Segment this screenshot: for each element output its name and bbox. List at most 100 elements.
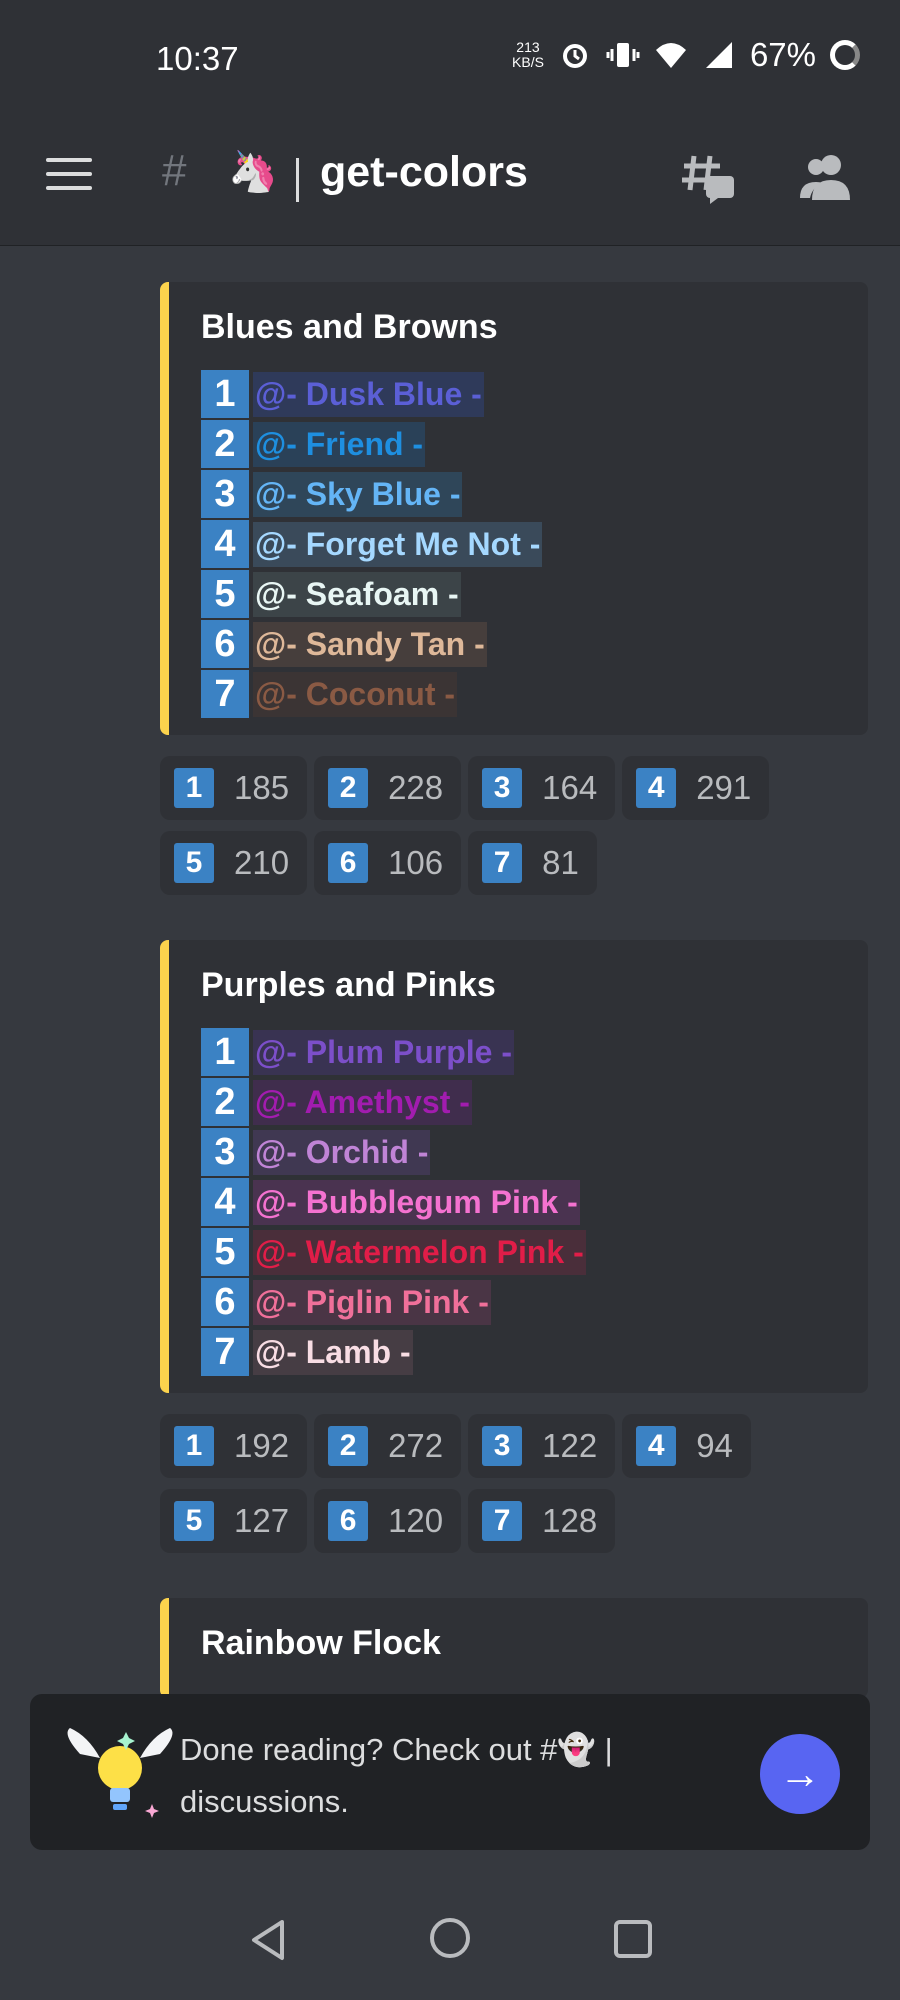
keycap-number-icon: 4 [636,768,677,808]
role-mention[interactable]: @- Amethyst - [253,1079,472,1125]
keycap-number-icon: 6 [328,843,369,883]
wifi-icon [655,43,686,68]
reaction-count: 81 [542,844,579,881]
reaction-button[interactable]: 1 192 [160,1414,308,1478]
keycap-number-icon: 2 [328,1426,369,1466]
role-mention[interactable]: @- Dusk Blue - [253,371,484,417]
role-mention[interactable]: @- Sky Blue - [253,471,463,517]
keycap-number-icon: 1 [174,768,214,808]
reaction-count: 164 [542,769,598,806]
reaction-count: 128 [542,1502,598,1539]
role-mention[interactable]: @- Sandy Tan - [253,621,487,667]
prompt-text: Done reading? Check out #👻 | discussions… [180,1732,613,1819]
role-line: 6 @- Sandy Tan - [201,619,868,669]
role-mention[interactable]: @- Watermelon Pink - [253,1229,586,1275]
reaction-button[interactable]: 3 122 [468,1414,616,1478]
keycap-number-icon: 5 [174,1501,214,1541]
system-nav-bar [0,1880,900,2000]
keycap-number-icon: 1 [201,1028,249,1076]
keycap-number-icon: 7 [201,670,249,718]
keycap-number-icon: 1 [201,370,249,418]
role-line: 1 @- Plum Purple - [201,1027,868,1077]
threads-icon[interactable] [680,150,736,206]
embed-title: Purples and Pinks [201,966,496,1004]
reaction-count: 192 [234,1427,290,1464]
keycap-number-icon: 5 [174,843,214,883]
winged-lightbulb-icon [67,1728,173,1818]
reaction-button[interactable]: 7 81 [468,831,597,895]
reaction-button[interactable]: 6 120 [314,1489,462,1553]
keycap-number-icon: 2 [201,420,249,468]
reaction-button[interactable]: 2 228 [314,756,462,820]
menu-icon[interactable] [46,158,92,192]
keycap-number-icon: 4 [201,1178,249,1226]
reaction-count: 272 [388,1427,444,1464]
role-line: 3 @- Sky Blue - [201,469,868,519]
embed-title: Rainbow Flock [201,1624,441,1662]
keycap-number-icon: 3 [201,1128,249,1176]
role-line: 4 @- Bubblegum Pink - [201,1177,868,1227]
home-icon[interactable] [430,1918,470,1958]
role-line: 2 @- Friend - [201,419,868,469]
keycap-number-icon: 6 [201,620,249,668]
role-line: 5 @- Seafoam - [201,569,868,619]
recents-icon[interactable] [614,1920,652,1958]
reaction-count: 210 [234,844,290,881]
keycap-number-icon: 3 [482,768,523,808]
reaction-button[interactable]: 6 106 [314,831,462,895]
channel-emoji: 🦄 [228,150,278,194]
keycap-number-icon: 7 [482,843,523,883]
back-icon[interactable] [248,1918,288,1962]
keycap-number-icon: 6 [328,1501,369,1541]
role-mention[interactable]: @- Forget Me Not - [253,521,543,567]
clock: 10:37 [156,40,239,77]
role-line: 7 @- Coconut - [201,669,868,719]
role-mention[interactable]: @- Plum Purple - [253,1029,514,1075]
role-line: 2 @- Amethyst - [201,1077,868,1127]
battery-icon [830,40,860,70]
role-mention[interactable]: @- Orchid - [253,1129,431,1175]
reaction-button[interactable]: 5 127 [160,1489,308,1553]
role-mention[interactable]: @- Lamb - [253,1329,413,1375]
keycap-number-icon: 5 [201,570,249,618]
keycap-number-icon: 7 [482,1501,523,1541]
reaction-count: 122 [542,1427,598,1464]
keycap-number-icon: 3 [201,470,249,518]
role-line: 7 @- Lamb - [201,1327,868,1377]
role-embed: Rainbow Flock [160,1598,868,1698]
keycap-number-icon: 2 [201,1078,249,1126]
role-mention[interactable]: @- Coconut - [253,671,458,717]
members-icon[interactable] [798,152,852,202]
alarm-icon [562,44,587,68]
reaction-count: 228 [388,769,444,806]
status-icons: 213 KB/S 67% [512,36,860,74]
net-speed-value: 213 [516,39,540,55]
keycap-number-icon: 4 [636,1426,677,1466]
keycap-number-icon: 6 [201,1278,249,1326]
net-speed: 213 KB/S [512,40,544,70]
channel-name[interactable]: get-colors [320,148,528,197]
role-embed: Blues and Browns 1 @- Dusk Blue -2 @- Frie… [160,282,868,735]
role-mention[interactable]: @- Piglin Pink - [253,1279,491,1325]
reaction-button[interactable]: 2 272 [314,1414,462,1478]
reaction-button[interactable]: 5 210 [160,831,308,895]
reaction-button[interactable]: 4 94 [622,1414,751,1478]
role-line: 3 @- Orchid - [201,1127,868,1177]
channel-header: # 🦄 get-colors [0,120,900,246]
reaction-button[interactable]: 3 164 [468,756,616,820]
reaction-bar: 1 192 2 272 3 122 4 94 5 127 6 120 7 128 [160,1414,880,1564]
role-mention[interactable]: @- Seafoam - [253,571,461,617]
keycap-number-icon: 7 [201,1328,249,1376]
reaction-button[interactable]: 1 185 [160,756,308,820]
vibrate-icon [606,43,640,67]
reaction-count: 106 [388,844,444,881]
go-to-channel-button[interactable]: → [760,1734,840,1814]
reaction-button[interactable]: 7 128 [468,1489,616,1553]
keycap-number-icon: 3 [482,1426,523,1466]
reaction-button[interactable]: 4 291 [622,756,770,820]
role-line: 4 @- Forget Me Not - [201,519,868,569]
reaction-bar: 1 185 2 228 3 164 4 291 5 210 6 106 7 81 [160,756,880,906]
role-mention[interactable]: @- Bubblegum Pink - [253,1179,580,1225]
role-mention[interactable]: @- Friend - [253,421,426,467]
reaction-count: 291 [696,769,752,806]
